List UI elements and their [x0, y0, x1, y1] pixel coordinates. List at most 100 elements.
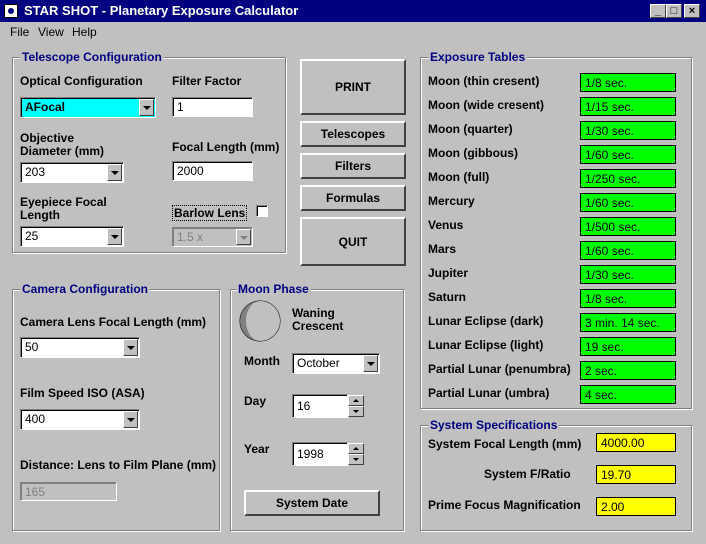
exposure-row-label: Lunar Eclipse (light) [428, 338, 544, 352]
camera-lens-select[interactable]: 50 [20, 337, 140, 358]
optical-config-value: AFocal [25, 100, 66, 114]
quit-button[interactable]: QUIT [300, 217, 406, 266]
eyepiece-select[interactable]: 25 [20, 226, 124, 247]
spin-up-icon[interactable] [348, 395, 364, 406]
exposure-row-label: Venus [428, 218, 464, 232]
exposure-row-value: 3 min. 14 sec. [580, 313, 676, 332]
exposure-row-value: 1/30 sec. [580, 121, 676, 140]
menu-view[interactable]: View [38, 25, 64, 39]
barlow-lens-checkbox[interactable] [256, 205, 268, 217]
camera-config-title: Camera Configuration [20, 282, 151, 296]
title-bar: STAR SHOT - Planetary Exposure Calculato… [0, 0, 706, 22]
system-focal-value: 4000.00 [596, 433, 676, 452]
app-icon[interactable] [4, 4, 18, 18]
objective-label-line2: Diameter (mm) [20, 144, 105, 158]
prime-focus-label: Prime Focus Magnification [428, 498, 581, 512]
close-button[interactable]: × [684, 4, 700, 18]
day-input[interactable]: 16 [292, 394, 348, 418]
focal-length-label: Focal Length (mm) [172, 140, 280, 154]
year-input[interactable]: 1998 [292, 442, 348, 466]
exposure-row-label: Partial Lunar (penumbra) [428, 362, 571, 376]
exposure-row-value: 1/250 sec. [580, 169, 676, 188]
chevron-down-icon[interactable] [123, 339, 138, 356]
menu-help[interactable]: Help [72, 25, 97, 39]
camera-lens-value: 50 [25, 340, 39, 354]
exposure-row-value: 1/8 sec. [580, 289, 676, 308]
exposure-row-value: 1/60 sec. [580, 241, 676, 260]
exposure-row-value: 1/30 sec. [580, 265, 676, 284]
barlow-lens-value: 1.5 x [177, 230, 204, 244]
exposure-row-label: Moon (wide cresent) [428, 98, 545, 112]
distance-label: Distance: Lens to Film Plane (mm) [20, 458, 217, 472]
telescope-config-title: Telescope Configuration [20, 50, 164, 64]
filters-button[interactable]: Filters [300, 153, 406, 179]
print-button[interactable]: PRINT [300, 59, 406, 115]
exposure-row-value: 1/60 sec. [580, 145, 676, 164]
objective-diameter-select[interactable]: 203 [20, 162, 124, 183]
formulas-button[interactable]: Formulas [300, 185, 406, 211]
filter-factor-input[interactable]: 1 [172, 97, 253, 117]
barlow-lens-select[interactable]: 1.5 x [172, 227, 253, 247]
moon-phase-title: Moon Phase [236, 282, 311, 296]
menu-bar: File View Help [0, 22, 706, 40]
system-date-button[interactable]: System Date [244, 490, 380, 516]
chevron-down-icon[interactable] [139, 99, 154, 116]
exposure-row-label: Lunar Eclipse (dark) [428, 314, 544, 328]
film-speed-value: 400 [25, 412, 46, 426]
spin-down-icon[interactable] [348, 454, 364, 465]
distance-input[interactable]: 165 [20, 482, 117, 501]
phase-text-line1: Waning [292, 306, 335, 320]
exposure-row-value: 1/60 sec. [580, 193, 676, 212]
camera-lens-label: Camera Lens Focal Length (mm) [20, 315, 207, 329]
telescopes-button[interactable]: Telescopes [300, 121, 406, 147]
maximize-button[interactable]: □ [666, 4, 682, 18]
system-fratio-value: 19.70 [596, 465, 676, 484]
exposure-row-label: Mercury [428, 194, 475, 208]
exposure-row-label: Moon (thin cresent) [428, 74, 540, 88]
system-specs-title: System Specifications [428, 418, 560, 432]
year-label: Year [244, 442, 270, 456]
month-select[interactable]: October [292, 353, 380, 374]
optical-config-select[interactable]: AFocal [20, 97, 156, 118]
barlow-lens-label: Barlow Lens [172, 205, 248, 221]
chevron-down-icon[interactable] [107, 228, 122, 245]
day-spinner[interactable] [348, 395, 364, 417]
moon-phase-icon [239, 300, 281, 342]
window-title: STAR SHOT - Planetary Exposure Calculato… [24, 3, 299, 18]
eyepiece-value: 25 [25, 229, 39, 243]
objective-label-line1: Objective [20, 131, 75, 145]
exposure-row-label: Moon (quarter) [428, 122, 513, 136]
chevron-down-icon[interactable] [236, 229, 251, 245]
year-spinner[interactable] [348, 443, 364, 465]
exposure-row-value: 1/8 sec. [580, 73, 676, 92]
objective-diameter-value: 203 [25, 165, 46, 179]
film-speed-select[interactable]: 400 [20, 409, 140, 430]
exposure-row-value: 19 sec. [580, 337, 676, 356]
system-focal-label: System Focal Length (mm) [428, 437, 582, 451]
day-label: Day [244, 394, 267, 408]
exposure-row-label: Moon (gibbous) [428, 146, 518, 160]
spin-down-icon[interactable] [348, 406, 364, 417]
month-label: Month [244, 354, 280, 368]
minimize-button[interactable]: _ [650, 4, 666, 18]
exposure-row-label: Moon (full) [428, 170, 490, 184]
menu-file[interactable]: File [10, 25, 29, 39]
exposure-row-value: 1/15 sec. [580, 97, 676, 116]
prime-focus-value: 2.00 [596, 497, 676, 516]
eyepiece-label-line2: Length [20, 208, 60, 222]
chevron-down-icon[interactable] [107, 164, 122, 181]
phase-text-line2: Crescent [292, 319, 344, 333]
chevron-down-icon[interactable] [363, 355, 378, 372]
exposure-row-value: 2 sec. [580, 361, 676, 380]
exposure-row-label: Saturn [428, 290, 467, 304]
chevron-down-icon[interactable] [123, 411, 138, 428]
spin-up-icon[interactable] [348, 443, 364, 454]
month-value: October [297, 356, 340, 370]
optical-config-label: Optical Configuration [20, 74, 143, 88]
exposure-tables-title: Exposure Tables [428, 50, 528, 64]
exposure-row-label: Jupiter [428, 266, 469, 280]
focal-length-input[interactable]: 2000 [172, 161, 253, 181]
exposure-row-value: 1/500 sec. [580, 217, 676, 236]
eyepiece-label-line1: Eyepiece Focal [20, 195, 107, 209]
film-speed-label: Film Speed ISO (ASA) [20, 386, 145, 400]
